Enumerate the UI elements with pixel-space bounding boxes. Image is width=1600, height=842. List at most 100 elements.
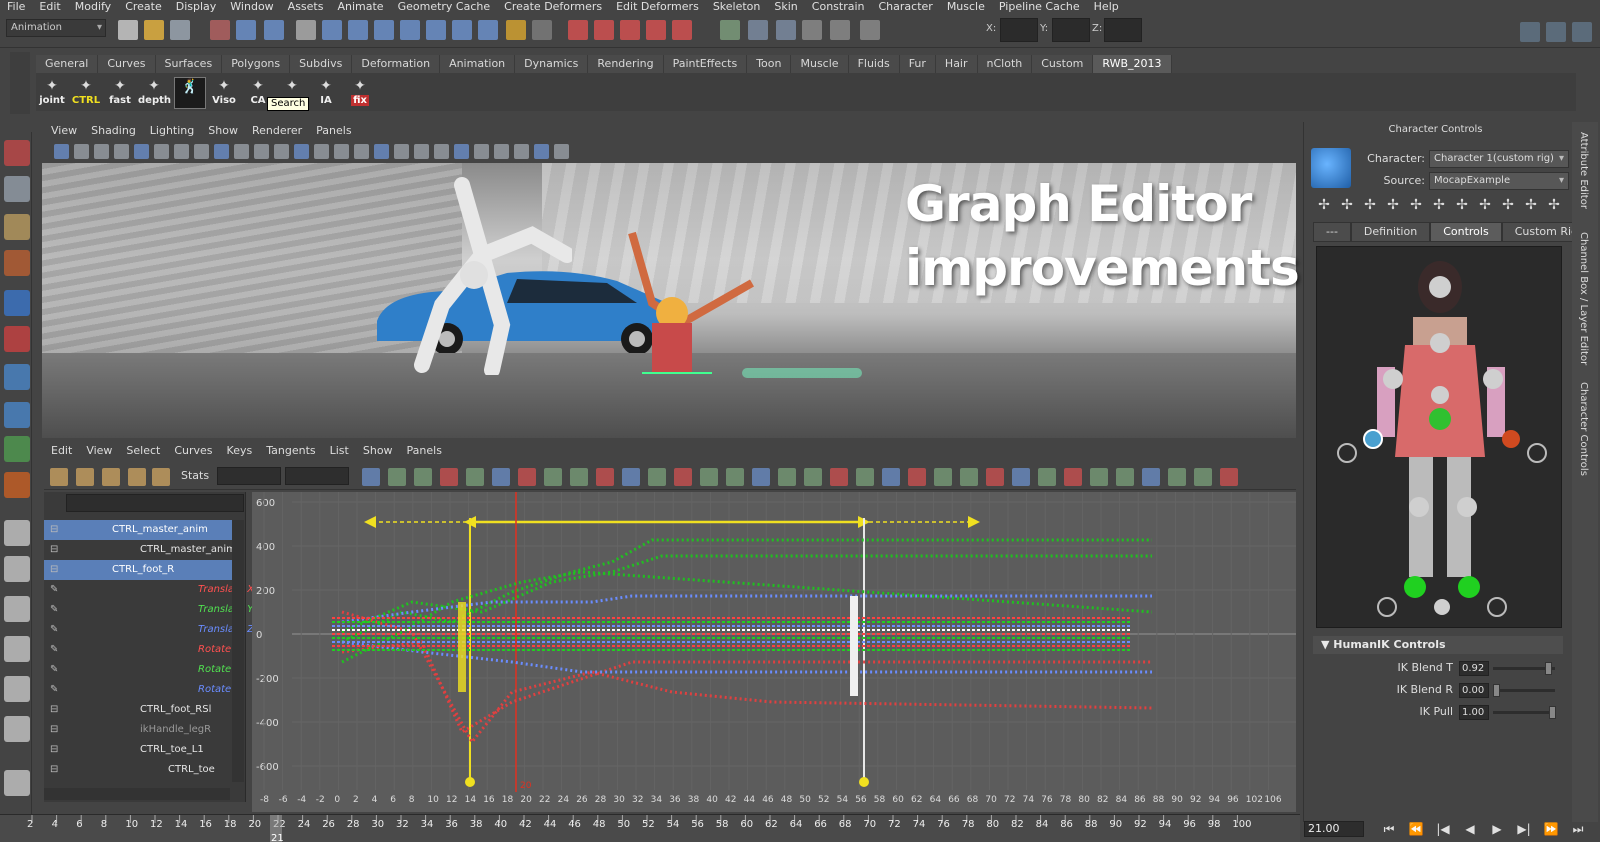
menu-character[interactable]: Character [872, 0, 940, 14]
toolbox-tool-icon[interactable] [4, 364, 30, 390]
status-tool-icon[interactable] [672, 20, 692, 40]
graph-tool-icon[interactable] [440, 468, 458, 486]
graph-tool-icon[interactable] [882, 468, 900, 486]
graph-tool-icon[interactable] [362, 468, 380, 486]
outliner-row[interactable]: Rotate Y ✎ [44, 660, 240, 680]
viewport-tool-icon[interactable] [134, 144, 149, 159]
viewport-tool-icon[interactable] [434, 144, 449, 159]
graph-tool-icon[interactable] [908, 468, 926, 486]
menu-skeleton[interactable]: Skeleton [706, 0, 768, 14]
graph-tool-icon[interactable] [128, 468, 146, 486]
graph-tool-icon[interactable] [960, 468, 978, 486]
outliner-row[interactable]: CTRL_foot_R ⊟ [44, 560, 238, 580]
playback-button-icon[interactable]: ⏭ [1567, 821, 1589, 837]
menu-create[interactable]: Create [118, 0, 169, 14]
status-tool-icon[interactable] [646, 20, 666, 40]
viewport-tool-icon[interactable] [414, 144, 429, 159]
channel-box-icon[interactable] [1546, 22, 1566, 42]
status-tool-icon[interactable] [860, 20, 880, 40]
viewport-tool-icon[interactable] [234, 144, 249, 159]
toolbox-tool-icon[interactable] [4, 520, 30, 546]
toolbox-tool-icon[interactable] [4, 596, 30, 622]
status-tool-icon[interactable] [748, 20, 768, 40]
character-tab-menu[interactable]: --- [1313, 222, 1351, 242]
viewport-tool-icon[interactable] [174, 144, 189, 159]
playback-button-icon[interactable]: ▶| [1513, 821, 1535, 837]
toolbox-tool-icon[interactable] [4, 636, 30, 662]
graph-tool-icon[interactable] [414, 468, 432, 486]
shelf-tab-curves[interactable]: Curves [98, 55, 156, 73]
shelf-tab-surfaces[interactable]: Surfaces [155, 55, 223, 73]
status-tool-icon[interactable] [118, 20, 138, 40]
viewport-tool-icon[interactable] [374, 144, 389, 159]
outliner-row[interactable]: CTRL_master_anim ⊟ [44, 520, 238, 540]
viewport-tool-icon[interactable] [94, 144, 109, 159]
graph-tool-icon[interactable] [856, 468, 874, 486]
humanik-slider-thumb[interactable] [1544, 662, 1552, 675]
character-tool-icon[interactable]: ✢ [1361, 196, 1379, 214]
humanik-slider-thumb[interactable] [1493, 684, 1500, 697]
viewport-tool-icon[interactable] [74, 144, 89, 159]
side-tab[interactable]: Character Controls [1578, 382, 1589, 476]
shelf-button-fast[interactable]: ✦ fast [104, 77, 136, 109]
menu-assets[interactable]: Assets [281, 0, 331, 14]
viewport-tool-icon[interactable] [154, 144, 169, 159]
toolbox-tool-icon[interactable] [4, 472, 30, 498]
graph-tool-icon[interactable] [986, 468, 1004, 486]
side-tab[interactable]: Channel Box / Layer Editor [1578, 232, 1589, 365]
current-time-field[interactable]: 21.00 [1304, 821, 1364, 837]
character-select[interactable]: Character 1(custom rig) [1429, 150, 1569, 168]
menu-animate[interactable]: Animate [330, 0, 390, 14]
toolbox-tool-icon[interactable] [4, 250, 30, 276]
shelf-tab-ncloth[interactable]: nCloth [977, 55, 1033, 73]
shelf-button-ctrl[interactable]: ✦ CTRL [70, 77, 102, 109]
status-tool-icon[interactable] [776, 20, 796, 40]
toolbox-tool-icon[interactable] [4, 402, 30, 428]
shelf-button-script[interactable]: 🕺 [174, 77, 206, 109]
graph-menu-show[interactable]: Show [356, 444, 400, 458]
viewport-menu-lighting[interactable]: Lighting [143, 124, 201, 138]
time-slider[interactable]: 2468101214161820222426283032343638404244… [0, 814, 1300, 842]
humanik-logo-icon[interactable] [1311, 148, 1351, 188]
status-tool-icon[interactable] [322, 20, 342, 40]
menu-display[interactable]: Display [169, 0, 224, 14]
character-tool-icon[interactable]: ✢ [1522, 196, 1540, 214]
viewport-tool-icon[interactable] [294, 144, 309, 159]
status-tool-icon[interactable] [830, 20, 850, 40]
viewport-tool-icon[interactable] [274, 144, 289, 159]
graph-tool-icon[interactable] [1194, 468, 1212, 486]
viewport-tool-icon[interactable] [194, 144, 209, 159]
viewport-menu-show[interactable]: Show [201, 124, 245, 138]
shelf-tab-deformation[interactable]: Deformation [352, 55, 441, 73]
viewport-menu-shading[interactable]: Shading [84, 124, 143, 138]
graph-tool-icon[interactable] [674, 468, 692, 486]
viewport-tool-icon[interactable] [494, 144, 509, 159]
outliner-row[interactable]: CTRL_toe_L1 ⊟ [44, 740, 238, 760]
status-tool-icon[interactable] [144, 20, 164, 40]
status-tool-icon[interactable] [532, 20, 552, 40]
character-tab-definition[interactable]: Definition [1350, 222, 1431, 242]
status-tool-icon[interactable] [236, 20, 256, 40]
character-tool-icon[interactable]: ✢ [1499, 196, 1517, 214]
shelf-tab-general[interactable]: General [36, 55, 99, 73]
graph-tool-icon[interactable] [388, 468, 406, 486]
graph-tool-icon[interactable] [492, 468, 510, 486]
character-tab-controls[interactable]: Controls [1430, 222, 1502, 242]
humanik-slider-track[interactable] [1493, 711, 1555, 714]
shelf-tab-subdivs[interactable]: Subdivs [290, 55, 353, 73]
shelf-tab-toon[interactable]: Toon [747, 55, 792, 73]
graph-tool-icon[interactable] [778, 468, 796, 486]
viewport-tool-icon[interactable] [314, 144, 329, 159]
shelf-tab-muscle[interactable]: Muscle [791, 55, 849, 73]
status-tool-icon[interactable] [264, 20, 284, 40]
toolbox-tool-icon[interactable] [4, 436, 30, 462]
graph-menu-edit[interactable]: Edit [44, 444, 79, 458]
key-icon[interactable]: ✎ [50, 660, 58, 680]
viewport-tool-icon[interactable] [554, 144, 569, 159]
menu-edit[interactable]: Edit [32, 0, 67, 14]
toolbox-tool-icon[interactable] [4, 214, 30, 240]
graph-tool-icon[interactable] [544, 468, 562, 486]
toolbox-tool-icon[interactable] [4, 676, 30, 702]
graph-tool-icon[interactable] [1142, 468, 1160, 486]
graph-menu-view[interactable]: View [79, 444, 119, 458]
